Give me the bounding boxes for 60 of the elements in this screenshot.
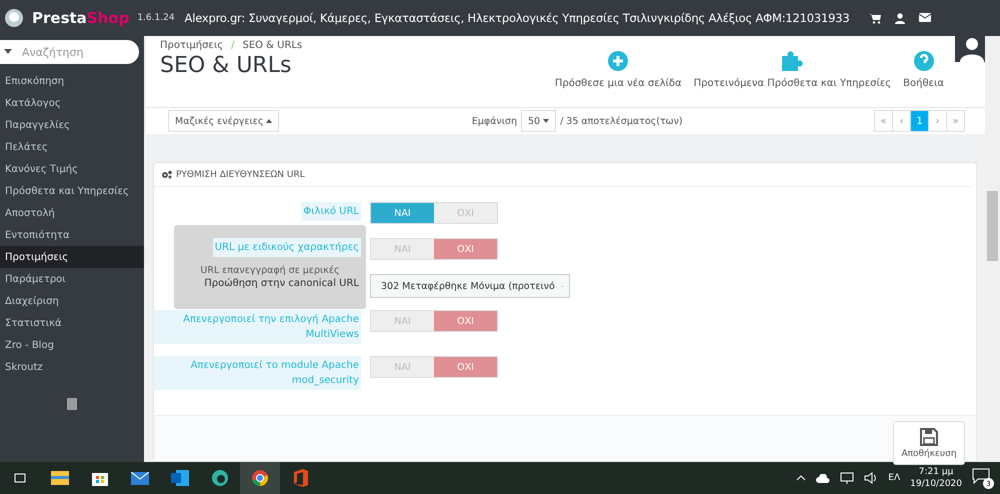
sidebar-item[interactable]: Παραγγελίες: [0, 114, 144, 136]
language-indicator[interactable]: ΕΛ: [888, 473, 900, 483]
sidebar-item[interactable]: Κανόνες Τιμής: [0, 158, 144, 180]
clock[interactable]: 7:21 μμ 19/10/2020: [910, 466, 962, 490]
search-field[interactable]: Αναζήτηση: [0, 40, 139, 64]
caret-icon[interactable]: [4, 49, 12, 54]
caret-icon: [266, 119, 272, 123]
sidebar-item[interactable]: Αποστολή: [0, 202, 144, 224]
puzzle-icon: [780, 50, 804, 72]
mail-icon[interactable]: [919, 12, 932, 22]
caret-icon: [543, 119, 550, 123]
shop-name: Alexpro.gr: Συναγερμοί, Κάμερες, Εγκαταστάσεις, Ηλεκτρολογικές Υπηρεσίες Τσιλινγκιρίδης Αλέξιος ΑΦΜ:121031933: [184, 11, 850, 25]
breadcrumb-current: SEO & URLs: [242, 40, 302, 51]
chrome-icon[interactable]: [251, 469, 269, 487]
sidebar-item[interactable]: Πελάτες: [0, 136, 144, 158]
bulk-actions-button[interactable]: Μαζικές ενέργειες: [168, 110, 280, 132]
breadcrumb-separator: /: [231, 40, 234, 51]
breadcrumb-link[interactable]: Προτιμήσεις: [160, 40, 224, 51]
field-label: Απενεργοποιεί το module Apache mod_security: [154, 356, 361, 390]
sidebar-item[interactable]: Zro - Blog: [0, 334, 144, 356]
user-icon[interactable]: [895, 12, 906, 24]
help-icon: [912, 50, 935, 72]
task-view-icon[interactable]: [14, 472, 26, 484]
speaker-icon[interactable]: [864, 472, 878, 484]
toolbar-button[interactable]: Προτεινόμενα Πρόσθετα και Υπηρεσίες: [690, 50, 894, 89]
cloud-icon[interactable]: [816, 474, 830, 482]
gears-icon: [161, 170, 172, 179]
store-bag-icon[interactable]: [92, 470, 108, 486]
plus-icon: [607, 50, 630, 72]
results-count: / 35 αποτελέσματος(των): [560, 116, 683, 126]
logo-icon: [4, 8, 24, 28]
sidebar-item[interactable]: Εντοπιότητα: [0, 224, 144, 246]
sidebar-item[interactable]: Προτιμήσεις: [0, 246, 144, 268]
brand-name: PrestaShop: [32, 9, 130, 27]
version-label: 1.6.1.24: [137, 13, 175, 23]
chevron-up-icon[interactable]: [796, 475, 806, 481]
field-label: Φιλικό URL: [301, 202, 361, 221]
show-label: Εμφάνιση: [472, 116, 517, 126]
per-page-dropdown[interactable]: 50: [520, 110, 556, 132]
field-label: Προώθηση στην canonical URL: [203, 277, 360, 291]
sidebar-item[interactable]: Πρόσθετα και Υπηρεσίες: [0, 180, 144, 202]
sidebar-item[interactable]: Διαχείριση: [0, 290, 144, 312]
page-title: SEO & URLs: [160, 53, 292, 78]
toolbar-button[interactable]: Πρόσθεσε μια νέα σελίδα: [552, 50, 685, 89]
browser-icon[interactable]: [211, 469, 229, 487]
office-icon[interactable]: [292, 469, 308, 487]
sidebar-item[interactable]: Skroutz: [0, 356, 144, 378]
mail-icon[interactable]: [131, 472, 149, 484]
field-label: URL με ειδικούς χαρακτήρες: [212, 238, 361, 257]
sidebar-item[interactable]: Παράμετροι: [0, 268, 144, 290]
redirect-select[interactable]: 302 Μεταφέρθηκε Μόνιμα (προτεινό: [370, 274, 570, 298]
sidebar-item[interactable]: Επισκόπηση: [0, 70, 144, 92]
sidebar-item[interactable]: Στατιστικά: [0, 312, 144, 334]
sidebar-item[interactable]: Κατάλογος: [0, 92, 144, 114]
save-button[interactable]: Αποθήκευση: [893, 421, 965, 465]
field-label: Απενεργοποιεί την επιλογή Apache MultiViews: [154, 310, 361, 344]
collapse-icon[interactable]: [67, 398, 77, 410]
toolbar-button[interactable]: Βοήθεια: [900, 50, 947, 89]
cart-icon[interactable]: [869, 12, 882, 24]
panel-title: ΡΥΘΜΙΣΗ ΔΙΕΥΘΥΝΣΕΩΝ URL: [176, 170, 305, 180]
